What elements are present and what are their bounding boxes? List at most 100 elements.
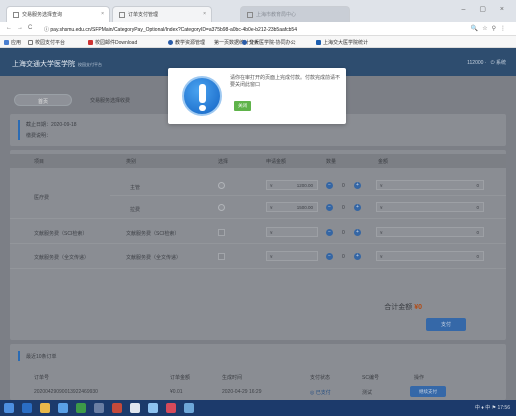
bookmark-item[interactable]: 交大医学院-协同办公	[242, 39, 296, 46]
app-icon[interactable]	[184, 403, 194, 413]
row-checkbox[interactable]	[218, 253, 225, 260]
browser-tab[interactable]: 上海市教育局中心	[240, 6, 350, 22]
chrome-icon[interactable]	[166, 403, 176, 413]
amount-field: ¥0	[376, 251, 484, 261]
user-id: 112000 ·	[467, 60, 487, 66]
browser-tab-active[interactable]: 交易服务选择查询 ×	[6, 6, 110, 22]
order-status: ◎ 已支付	[310, 389, 331, 396]
currency-symbol: ¥	[380, 254, 383, 259]
app-icon[interactable]	[94, 403, 104, 413]
currency-symbol: ¥	[380, 183, 383, 188]
price-field[interactable]: ¥	[266, 227, 318, 237]
col-qty: 数量	[326, 159, 337, 165]
app-icon[interactable]	[130, 403, 140, 413]
app-icon[interactable]	[112, 403, 122, 413]
tab-label: 上海市教育局中心	[256, 12, 297, 18]
address-actions[interactable]: 🔍☆⚲⋮	[471, 25, 510, 32]
bookmark-apps[interactable]: 应用	[4, 39, 21, 46]
order-id: 20200429090013922469930	[34, 389, 98, 395]
bookmark-item[interactable]: 校园邮件Download	[88, 39, 137, 46]
start-icon[interactable]	[4, 403, 14, 413]
page-icon	[119, 11, 125, 18]
plus-icon[interactable]: +	[354, 229, 361, 236]
home-button[interactable]: 首页	[14, 94, 72, 106]
tab-label: 订单支付管理	[128, 12, 159, 18]
row-divider	[10, 243, 506, 244]
app-icon[interactable]	[58, 403, 68, 413]
plus-icon[interactable]: +	[354, 204, 361, 211]
currency-symbol: ¥	[270, 254, 273, 259]
section-marker	[18, 351, 20, 361]
col-select: 选择	[218, 159, 229, 165]
qty-value: 0	[342, 254, 345, 260]
minus-icon[interactable]: −	[326, 229, 333, 236]
globe-icon	[168, 40, 173, 46]
page-icon	[28, 40, 33, 46]
amount-value: 0	[476, 183, 479, 188]
close-tab-icon[interactable]: ×	[101, 11, 104, 17]
close-tab-icon[interactable]: ×	[203, 11, 206, 17]
pay-button[interactable]: 支付	[426, 318, 466, 331]
minus-icon[interactable]: −	[326, 253, 333, 260]
price-field[interactable]: ¥1200.00	[266, 180, 318, 190]
breadcrumb-current: 交易服务选择收费	[90, 98, 131, 104]
bookmark-icon	[316, 40, 321, 46]
window-controls[interactable]: – ▢ ×	[462, 5, 510, 13]
reload-icon[interactable]: C	[28, 25, 32, 31]
globe-icon	[242, 40, 247, 46]
browser-tab[interactable]: 订单支付管理 ×	[112, 6, 212, 22]
header-user[interactable]: 112000 · ⏻ 系统	[467, 59, 506, 66]
bookmark-item[interactable]: 教学资源管理	[168, 39, 205, 46]
plus-icon[interactable]: +	[354, 253, 361, 260]
app-icon[interactable]	[148, 403, 158, 413]
app-icon[interactable]	[76, 403, 86, 413]
total-value: ¥0	[414, 304, 422, 311]
price-field[interactable]: ¥1500.00	[266, 202, 318, 212]
check-circle-icon: ◎	[310, 390, 315, 396]
bookmark-label: 上海交大医学院统计	[323, 40, 369, 46]
continue-pay-button[interactable]: 继续支付	[410, 386, 446, 397]
col-pay-status: 支付状态	[310, 375, 331, 381]
col-category: 类别	[126, 159, 137, 165]
logout-label: 系统	[495, 60, 506, 66]
row-radio[interactable]	[218, 204, 225, 211]
bookmark-label: 教学资源管理	[175, 40, 206, 46]
page-icon	[247, 11, 253, 18]
site-subtitle: 校园支付平台	[78, 62, 102, 67]
apps-icon	[4, 40, 9, 46]
address-bar: ← → C ⓘ pay.shsmu.edu.cn/SFPMain/Categor…	[0, 22, 516, 36]
dialog-close-button[interactable]: 关闭	[234, 101, 251, 111]
amount-value: 0	[476, 230, 479, 235]
back-icon[interactable]: ←	[6, 25, 12, 31]
col-amount: 金额	[378, 159, 389, 165]
tab-label: 交易服务选择查询	[22, 12, 63, 18]
minus-icon[interactable]: −	[326, 182, 333, 189]
row-radio[interactable]	[218, 182, 225, 189]
price-value: 1200.00	[296, 183, 313, 188]
bookmark-label: 应用	[11, 40, 22, 46]
folder-icon[interactable]	[40, 403, 50, 413]
col-item: 项目	[34, 159, 45, 165]
row-category: 文献服务费（SCI检索）	[126, 231, 180, 237]
ie-icon[interactable]	[22, 403, 32, 413]
minus-icon[interactable]: −	[326, 204, 333, 211]
currency-symbol: ¥	[380, 230, 383, 235]
os-taskbar: 中 ♦ 中 ⚑ 17:56	[0, 400, 516, 416]
page-icon	[13, 11, 19, 18]
bookmark-item[interactable]: 上海交大医学院统计	[316, 39, 368, 46]
url-field[interactable]: ⓘ pay.shsmu.edu.cn/SFPMain/CategoryPay_O…	[44, 24, 444, 34]
bookmark-item[interactable]: 校园支付平台	[28, 39, 65, 46]
payment-note: 缴费说明：	[26, 133, 52, 139]
orders-panel: 最近10条订单 订单号 订单金额 生成时间 支付状态 SC编号 操作 20200…	[10, 344, 506, 400]
forward-icon[interactable]: →	[17, 25, 23, 31]
price-field[interactable]: ¥	[266, 251, 318, 261]
currency-symbol: ¥	[270, 183, 273, 188]
plus-icon[interactable]: +	[354, 182, 361, 189]
fee-panel: 项目 类别 选择 申请金额 数量 金额 医疗费 主管 ¥1200.00 − 0 …	[10, 150, 506, 340]
status-text: 已支付	[315, 390, 331, 396]
qty-value: 0	[342, 230, 345, 236]
qty-value: 0	[342, 183, 345, 189]
bookmark-label: 交大医学院-协同办公	[249, 40, 296, 46]
row-checkbox[interactable]	[218, 229, 225, 236]
system-tray[interactable]: 中 ♦ 中 ⚑ 17:56	[475, 404, 510, 411]
